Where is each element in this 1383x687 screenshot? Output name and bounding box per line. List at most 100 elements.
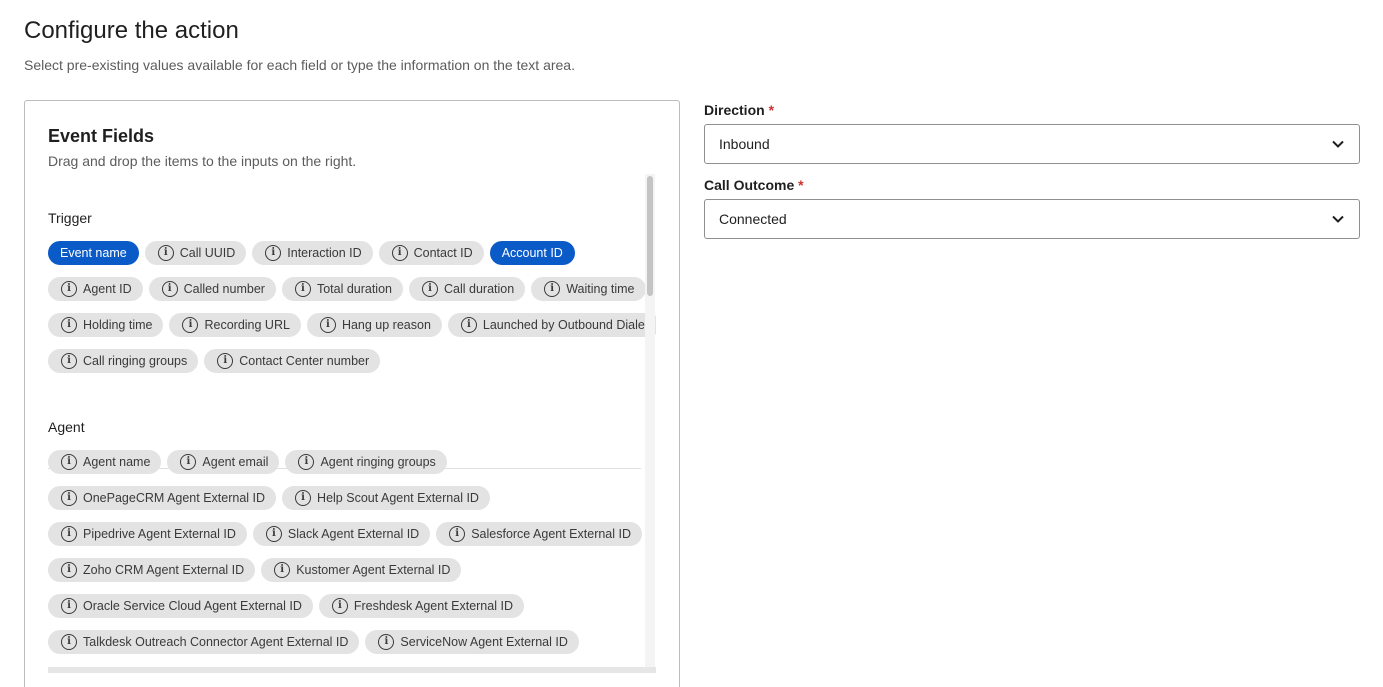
section-title-agent: Agent bbox=[48, 419, 85, 435]
chip-label: Waiting time bbox=[566, 282, 635, 296]
field-chip-agent-ringing-groups[interactable]: i Agent ringing groups bbox=[285, 450, 447, 474]
direction-value: Inbound bbox=[719, 136, 770, 152]
scrollbar-thumb[interactable] bbox=[647, 176, 653, 296]
field-chip-pipedrive-agent-external-id[interactable]: i Pipedrive Agent External ID bbox=[48, 522, 247, 546]
info-icon[interactable]: i bbox=[61, 562, 77, 578]
info-icon[interactable]: i bbox=[449, 526, 466, 542]
field-chip-call-uuid[interactable]: i Call UUID bbox=[144, 241, 247, 265]
field-chip-recording-url[interactable]: i Recording URL bbox=[169, 313, 301, 337]
field-chip-agent-id[interactable]: i Agent ID bbox=[48, 277, 143, 301]
field-chip-servicenow-agent-external-id[interactable]: i ServiceNow Agent External ID bbox=[365, 630, 579, 654]
field-chip-launched-by-outbound-dialer[interactable]: i Launched by Outbound Dialer bbox=[447, 313, 656, 337]
info-icon[interactable]: i bbox=[298, 454, 315, 470]
chip-label: Slack Agent External ID bbox=[287, 527, 420, 541]
info-icon[interactable]: i bbox=[61, 281, 77, 297]
direction-select[interactable]: Inbound bbox=[704, 124, 1360, 164]
info-icon[interactable]: i bbox=[378, 634, 395, 650]
field-chip-salesforce-agent-external-id[interactable]: i Salesforce Agent External ID bbox=[436, 522, 643, 546]
info-icon[interactable]: i bbox=[319, 317, 336, 333]
field-chip-account-id[interactable]: Account ID bbox=[489, 241, 575, 265]
call-outcome-select[interactable]: Connected bbox=[704, 199, 1360, 239]
chip-label: Account ID bbox=[501, 246, 563, 260]
info-icon[interactable]: i bbox=[61, 353, 77, 369]
event-fields-title: Event Fields bbox=[48, 126, 155, 146]
chip-label: Agent email bbox=[202, 455, 269, 469]
trigger-chip-row-3: i Holding time i Recording URL i Hang up reas… bbox=[48, 313, 656, 337]
field-chip-oracle-service-cloud-agent-external-id[interactable]: i Oracle Service Cloud Agent External ID bbox=[48, 594, 313, 618]
info-icon[interactable]: i bbox=[265, 245, 282, 261]
chip-label: Call UUID bbox=[179, 246, 236, 260]
info-icon[interactable]: i bbox=[294, 281, 311, 297]
field-chip-contact-center-number[interactable]: i Contact Center number bbox=[204, 349, 381, 373]
info-icon[interactable]: i bbox=[157, 245, 174, 261]
info-icon[interactable]: i bbox=[295, 490, 312, 506]
trigger-chip-row-4: i Call ringing groups i Contact Center numb… bbox=[48, 349, 381, 373]
chip-label: OnePageCRM Agent External ID bbox=[83, 491, 266, 505]
field-chip-zoho-crm-agent-external-id[interactable]: i Zoho CRM Agent External ID bbox=[48, 558, 256, 582]
call-outcome-label: Call Outcome * bbox=[704, 177, 804, 193]
chip-label: Total duration bbox=[316, 282, 392, 296]
chip-label: Interaction ID bbox=[287, 246, 362, 260]
chip-label: Talkdesk Outreach Connector Agent Extern… bbox=[83, 635, 349, 649]
info-icon[interactable]: i bbox=[544, 281, 561, 297]
field-chip-agent-email[interactable]: i Agent email bbox=[167, 450, 280, 474]
field-chip-onepagecrm-agent-external-id[interactable]: i OnePageCRM Agent External ID bbox=[48, 486, 277, 510]
section-title-trigger: Trigger bbox=[48, 210, 92, 226]
event-fields-scroll-area[interactable]: Trigger Event name i Call UUID i Interaction… bbox=[48, 172, 656, 672]
field-chip-talkdesk-outreach-connector-agent-external-id[interactable]: i Talkdesk Outreach Connector Agent Exter… bbox=[48, 630, 360, 654]
info-icon[interactable]: i bbox=[61, 598, 77, 614]
agent-chip-row-5: i Oracle Service Cloud Agent External ID i… bbox=[48, 594, 524, 618]
info-icon[interactable]: i bbox=[61, 526, 77, 542]
call-outcome-value: Connected bbox=[719, 211, 787, 227]
info-icon[interactable]: i bbox=[61, 634, 77, 650]
agent-section: Agent bbox=[48, 419, 641, 435]
chip-label: Oracle Service Cloud Agent External ID bbox=[83, 599, 302, 613]
info-icon[interactable]: i bbox=[460, 317, 477, 333]
field-chip-freshdesk-agent-external-id[interactable]: i Freshdesk Agent External ID bbox=[318, 594, 524, 618]
field-chip-interaction-id[interactable]: i Interaction ID bbox=[252, 241, 373, 265]
field-chip-help-scout-agent-external-id[interactable]: i Help Scout Agent External ID bbox=[282, 486, 490, 510]
info-icon[interactable]: i bbox=[161, 281, 178, 297]
field-chip-holding-time[interactable]: i Holding time bbox=[48, 313, 164, 337]
agent-chip-row-6: i Talkdesk Outreach Connector Agent Exter… bbox=[48, 630, 579, 654]
field-chip-waiting-time[interactable]: i Waiting time bbox=[531, 277, 646, 301]
field-chip-call-duration[interactable]: i Call duration bbox=[409, 277, 526, 301]
agent-chip-row-1: i Agent name i Agent email i Agent ringing gr… bbox=[48, 450, 447, 474]
call-outcome-label-text: Call Outcome bbox=[704, 177, 795, 193]
info-icon[interactable]: i bbox=[217, 353, 234, 369]
chip-label: ServiceNow Agent External ID bbox=[400, 635, 568, 649]
page-title: Configure the action bbox=[24, 17, 239, 44]
info-icon[interactable]: i bbox=[391, 245, 408, 261]
event-fields-panel: Event Fields Drag and drop the items to … bbox=[24, 100, 680, 687]
info-icon[interactable]: i bbox=[265, 526, 282, 542]
trigger-chip-row-2: i Agent ID i Called number i Total duration i C… bbox=[48, 277, 646, 301]
vertical-scrollbar[interactable] bbox=[645, 174, 655, 671]
field-chip-slack-agent-external-id[interactable]: i Slack Agent External ID bbox=[252, 522, 431, 546]
field-chip-agent-name[interactable]: i Agent name bbox=[48, 450, 162, 474]
field-chip-kustomer-agent-external-id[interactable]: i Kustomer Agent External ID bbox=[261, 558, 462, 582]
chip-label: Call duration bbox=[444, 282, 515, 296]
field-chip-event-name[interactable]: Event name bbox=[48, 241, 139, 265]
chip-label: Agent name bbox=[83, 455, 151, 469]
trigger-section: Trigger bbox=[48, 210, 641, 226]
info-icon[interactable]: i bbox=[61, 454, 77, 470]
chip-label: Launched by Outbound Dialer bbox=[482, 318, 649, 332]
chip-label: Kustomer Agent External ID bbox=[296, 563, 451, 577]
field-chip-call-ringing-groups[interactable]: i Call ringing groups bbox=[48, 349, 199, 373]
field-chip-called-number[interactable]: i Called number bbox=[148, 277, 276, 301]
info-icon[interactable]: i bbox=[61, 317, 77, 333]
info-icon[interactable]: i bbox=[61, 490, 77, 506]
info-icon[interactable]: i bbox=[274, 562, 291, 578]
info-icon[interactable]: i bbox=[422, 281, 438, 297]
chevron-down-icon bbox=[1332, 215, 1344, 223]
field-chip-total-duration[interactable]: i Total duration bbox=[281, 277, 403, 301]
page-subtitle: Select pre-existing values available for… bbox=[24, 57, 575, 73]
info-icon[interactable]: i bbox=[331, 598, 348, 614]
required-mark: * bbox=[768, 102, 775, 118]
horizontal-scrollbar[interactable] bbox=[48, 667, 656, 673]
field-chip-contact-id[interactable]: i Contact ID bbox=[378, 241, 484, 265]
info-icon[interactable]: i bbox=[182, 317, 199, 333]
direction-label: Direction * bbox=[704, 102, 774, 118]
field-chip-hang-up-reason[interactable]: i Hang up reason bbox=[306, 313, 442, 337]
info-icon[interactable]: i bbox=[180, 454, 197, 470]
